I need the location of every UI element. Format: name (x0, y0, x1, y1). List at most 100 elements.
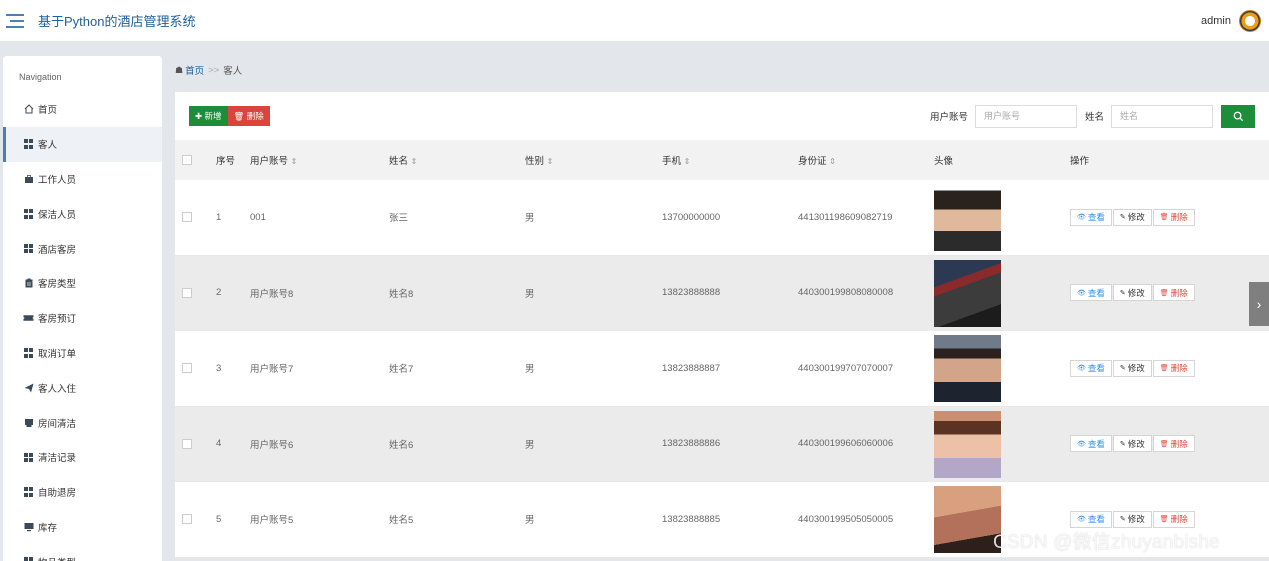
cell-name: 姓名5 (389, 515, 414, 527)
avatar-photo (934, 335, 1001, 402)
cell-gender: 男 (525, 515, 535, 527)
delete-button[interactable]: 🗑 删除 (1152, 208, 1195, 226)
delete-button[interactable]: 🗑 删除 (1152, 435, 1195, 453)
sidebar-item-label: 取消订单 (38, 348, 77, 360)
search-button[interactable] (1221, 104, 1255, 128)
delete-label: 删除 (246, 111, 264, 121)
cell-index: 4 (216, 438, 222, 450)
sidebar-item-12[interactable]: 库存 (3, 510, 162, 545)
select-all-checkbox[interactable] (182, 155, 192, 165)
view-button[interactable]: 👁 查看 (1070, 208, 1112, 226)
grid-icon (23, 139, 34, 150)
cell-name: 姓名8 (389, 288, 414, 300)
sidebar-item-4[interactable]: 酒店客房 (3, 231, 162, 266)
sidebar-item-0[interactable]: 首页 (3, 92, 162, 127)
delete-button[interactable]: 🗑 删除 (1152, 510, 1195, 528)
header-avatar: 头像 (934, 156, 954, 167)
sidebar-item-label: 房间清洁 (38, 418, 77, 430)
menu-toggle-icon[interactable] (6, 13, 24, 28)
edit-button[interactable]: ✎ 修改 (1112, 359, 1152, 377)
username[interactable]: admin (1201, 15, 1231, 27)
delete-label: 删除 (1170, 363, 1188, 374)
cell-gender: 男 (525, 364, 535, 376)
header-name-label: 姓名 (389, 156, 409, 167)
view-button[interactable]: 👁 查看 (1070, 284, 1112, 302)
paper-plane-icon (23, 382, 34, 393)
sidebar-item-label: 客房类型 (38, 279, 77, 291)
edit-button[interactable]: ✎ 修改 (1112, 435, 1152, 453)
avatar-photo (934, 410, 1001, 478)
delete-label: 删除 (1170, 212, 1188, 223)
view-button[interactable]: 👁 查看 (1070, 359, 1112, 377)
row-checkbox[interactable] (182, 212, 192, 223)
delete-label: 删除 (1170, 287, 1188, 298)
view-button[interactable]: 👁 查看 (1070, 510, 1112, 528)
nav-list: 首页客人工作人员保洁人员酒店客房客房类型客房预订取消订单客人入住房间清洁清洁记录… (3, 92, 162, 561)
edit-icon: ✎ (1119, 440, 1126, 448)
cell-account: 用户账号6 (250, 439, 294, 451)
sidebar-item-5[interactable]: 客房类型 (3, 266, 162, 301)
row-checkbox[interactable] (182, 514, 192, 525)
sidebar-item-1[interactable]: 客人 (3, 126, 162, 162)
cell-id-card: 441301198609082719 (798, 211, 893, 223)
header-name[interactable]: 姓名 ⇕ (389, 153, 417, 167)
chevron-right-icon[interactable]: › (1249, 282, 1269, 326)
row-checkbox[interactable] (182, 287, 192, 298)
table-row: 4 用户账号6 姓名6 男 13823888886 440300199606060006 👁… (175, 406, 1269, 482)
delete-button[interactable]: 🗑 删除 (1152, 359, 1195, 377)
add-button[interactable]: ✚ 新增 (189, 106, 228, 126)
avatar[interactable] (1239, 9, 1261, 32)
sidebar-item-10[interactable]: 清洁记录 (3, 440, 162, 475)
sidebar-item-label: 酒店客房 (38, 244, 77, 256)
sidebar-item-6[interactable]: 客房预订 (3, 301, 162, 336)
sidebar-item-7[interactable]: 取消订单 (3, 336, 162, 371)
edit-button[interactable]: ✎ 修改 (1112, 284, 1152, 302)
edit-button[interactable]: ✎ 修改 (1112, 208, 1152, 226)
sort-icon: ⇕ (546, 157, 554, 166)
edit-icon: ✎ (1119, 289, 1126, 297)
row-checkbox[interactable] (182, 438, 192, 449)
header-actions: 操作 (1070, 156, 1090, 167)
header-account[interactable]: 用户账号 ⇕ (250, 153, 297, 167)
sidebar-item-label: 客人 (38, 140, 58, 152)
sidebar-item-label: 首页 (38, 105, 58, 117)
sidebar-item-label: 工作人员 (38, 174, 77, 186)
account-search-input[interactable] (974, 104, 1077, 128)
inbox-icon (23, 417, 34, 428)
sidebar-item-3[interactable]: 保洁人员 (3, 196, 162, 231)
view-button[interactable]: 👁 查看 (1070, 435, 1112, 453)
sidebar-item-9[interactable]: 房间清洁 (3, 405, 162, 440)
name-search-input[interactable] (1111, 104, 1213, 128)
sidebar-item-2[interactable]: 工作人员 (3, 162, 162, 197)
grid-icon (23, 487, 34, 498)
eye-icon: 👁 (1077, 365, 1086, 373)
briefcase-icon (23, 173, 34, 184)
row-checkbox[interactable] (182, 363, 192, 374)
breadcrumb-home[interactable]: 首页 (185, 63, 204, 77)
sidebar-item-13[interactable]: 物品类型 (3, 544, 162, 561)
edit-button[interactable]: ✎ 修改 (1112, 510, 1152, 528)
sidebar-item-8[interactable]: 客人入住 (3, 370, 162, 405)
cell-gender: 男 (525, 288, 535, 300)
delete-button[interactable]: 🗑 删除 (227, 106, 270, 126)
header-index: 序号 (216, 156, 236, 167)
header-account-label: 用户账号 (250, 156, 289, 167)
sidebar-item-11[interactable]: 自助退房 (3, 475, 162, 510)
cell-index: 5 (216, 513, 222, 525)
toolbar: ✚ 新增 🗑 删除 用户账号 姓名 (175, 92, 1269, 140)
cell-account: 用户账号7 (250, 364, 294, 376)
trash-icon: 🗑 (1159, 289, 1169, 297)
row-actions: 👁 查看 ✎ 修改 🗑 删除 (1070, 359, 1196, 377)
sidebar-item-label: 客人入住 (38, 383, 77, 395)
sort-icon: ⇕ (410, 157, 418, 166)
header-idcard-label: 身份证 (798, 156, 827, 167)
header-gender[interactable]: 性别 ⇕ (525, 153, 553, 167)
cell-phone: 13823888885 (662, 513, 721, 525)
table-header: 序号 用户账号 ⇕ 姓名 ⇕ 性别 ⇕ 手机 ⇕ 身份证 ⇕ 头像 操作 (175, 140, 1269, 180)
delete-button[interactable]: 🗑 删除 (1152, 284, 1195, 302)
grid-icon (23, 243, 34, 254)
eye-icon: 👁 (1077, 289, 1086, 297)
header-phone[interactable]: 手机 ⇕ (662, 153, 690, 167)
header-idcard[interactable]: 身份证 ⇕ (798, 153, 836, 167)
monitor-icon (23, 521, 34, 532)
